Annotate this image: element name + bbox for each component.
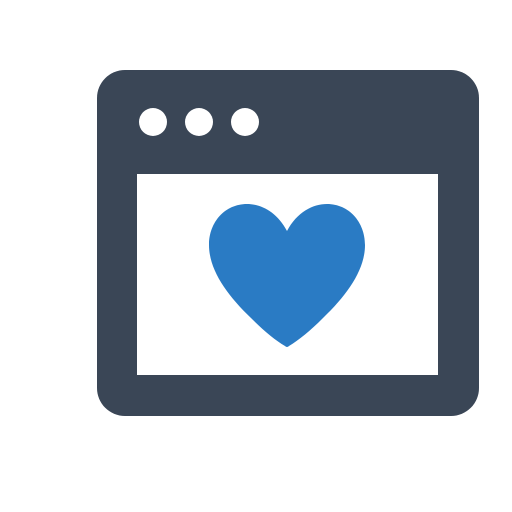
heart-icon (209, 204, 365, 347)
window-dot-icon (185, 108, 213, 136)
heart-shape (209, 204, 365, 347)
browser-window-heart-icon (97, 70, 479, 416)
window-content-area (137, 174, 438, 375)
window-dot-icon (139, 108, 167, 136)
icon-canvas (0, 0, 512, 512)
window-dot-icon (231, 108, 259, 136)
